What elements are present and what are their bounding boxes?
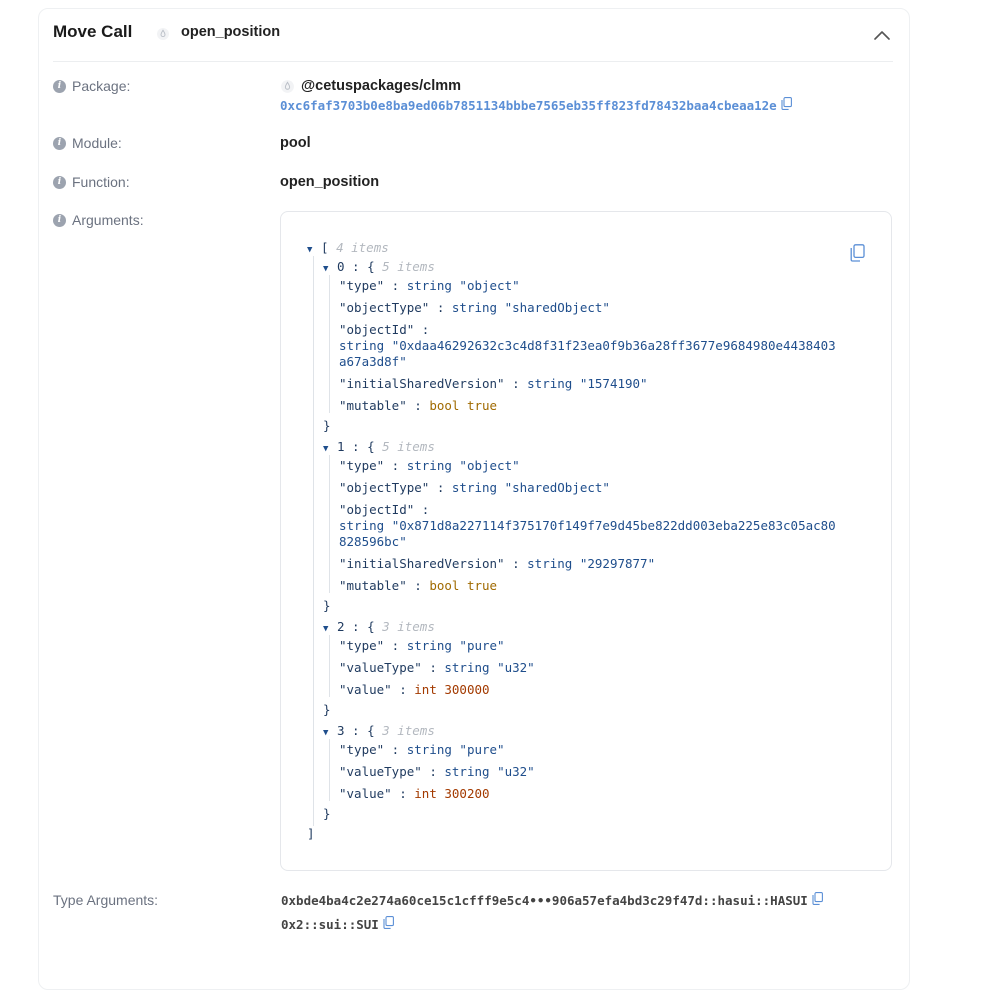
json-item-0-header[interactable]: ▼ 0 : { 5 items: [323, 259, 435, 277]
function-label-row: i Function:: [53, 174, 130, 190]
json-field: "objectId" :: [339, 502, 430, 517]
json-field: "mutable" : bool true: [339, 578, 498, 593]
collapse-chevron-up-icon[interactable]: [871, 25, 893, 45]
arguments-label-row: i Arguments:: [53, 212, 144, 228]
json-field-value: 828596bc": [339, 534, 407, 549]
json-field: "mutable" : bool true: [339, 398, 498, 413]
json-field: "valueType" : string "u32": [339, 764, 535, 779]
json-field-value: string "0x871d8a227114f375170f149f7e9d45…: [339, 518, 836, 533]
json-field: "type" : string "pure": [339, 742, 505, 757]
info-icon: i: [53, 213, 66, 227]
package-address-row: 0xc6faf3703b0e8ba9ed06b7851134bbbe7565eb…: [280, 97, 792, 113]
json-field: "type" : string "pure": [339, 638, 505, 653]
move-call-title: Move Call: [53, 22, 133, 41]
json-field: "type" : string "object": [339, 458, 520, 473]
move-call-function-name: open_position: [181, 24, 281, 40]
json-field: "objectType" : string "sharedObject": [339, 480, 610, 495]
json-item-count: 4 items: [336, 240, 389, 255]
module-label-row: i Module:: [53, 135, 122, 151]
type-arguments-label: Type Arguments:: [53, 892, 159, 908]
type-argument-link[interactable]: 0x2::sui::SUI: [281, 917, 379, 932]
json-item-2-header[interactable]: ▼ 2 : { 3 items: [323, 619, 435, 637]
info-icon: i: [53, 175, 66, 189]
json-item-3-header[interactable]: ▼ 3 : { 3 items: [323, 723, 435, 741]
collapse-caret-icon[interactable]: ▼: [323, 261, 337, 277]
collapse-caret-icon[interactable]: ▼: [323, 621, 337, 637]
info-icon: i: [53, 79, 66, 93]
package-label: Package:: [72, 78, 131, 94]
json-field: "value" : int 300000: [339, 682, 490, 697]
json-item-1-header[interactable]: ▼ 1 : { 5 items: [323, 439, 435, 457]
arguments-json-viewer: ▼[ 4 items ▼ 0 : { 5 items "type" : strin…: [280, 211, 892, 871]
arguments-label: Arguments:: [72, 212, 144, 228]
package-name-row: @cetuspackages/clmm: [280, 78, 461, 94]
collapse-caret-icon[interactable]: ▼: [323, 725, 337, 741]
copy-icon[interactable]: [383, 916, 394, 932]
json-field: "initialSharedVersion" : string "1574190…: [339, 376, 648, 391]
json-field: "objectType" : string "sharedObject": [339, 300, 610, 315]
function-icon: [156, 27, 170, 46]
package-name[interactable]: @cetuspackages/clmm: [301, 78, 461, 94]
type-argument-link[interactable]: 0xbde4ba4c2e274a60ce15c1cfff9e5c4•••906a…: [281, 893, 808, 908]
package-label-row: i Package:: [53, 78, 130, 94]
json-field: "type" : string "object": [339, 278, 520, 293]
json-field: "value" : int 300200: [339, 786, 490, 801]
copy-icon[interactable]: [812, 892, 823, 908]
json-field-value: a67a3d8f": [339, 354, 407, 369]
move-call-header: Move Call open_position: [53, 9, 893, 62]
move-call-card: Move Call open_position i Package: @cetu…: [38, 8, 910, 990]
json-field: "objectId" :: [339, 322, 430, 337]
json-field: "valueType" : string "u32": [339, 660, 535, 675]
type-arguments-label-row: Type Arguments:: [53, 892, 158, 908]
collapse-caret-icon[interactable]: ▼: [307, 242, 321, 258]
json-root-close: ]: [307, 826, 315, 841]
json-root-open[interactable]: ▼[ 4 items: [307, 240, 389, 258]
function-value: open_position: [280, 174, 380, 190]
json-field: "initialSharedVersion" : string "2929787…: [339, 556, 656, 571]
package-address-link[interactable]: 0xc6faf3703b0e8ba9ed06b7851134bbbe7565eb…: [280, 98, 777, 113]
copy-json-icon[interactable]: [850, 244, 865, 267]
module-label: Module:: [72, 135, 122, 151]
package-icon: [280, 79, 295, 94]
collapse-caret-icon[interactable]: ▼: [323, 441, 337, 457]
function-label: Function:: [72, 174, 130, 190]
type-argument-row: 0xbde4ba4c2e274a60ce15c1cfff9e5c4•••906a…: [281, 892, 823, 908]
info-icon: i: [53, 136, 66, 150]
json-field-value: string "0xdaa46292632c3c4d8f31f23ea0f9b3…: [339, 338, 836, 353]
module-value: pool: [280, 135, 311, 151]
copy-icon[interactable]: [781, 97, 792, 113]
type-argument-row: 0x2::sui::SUI: [281, 916, 394, 932]
